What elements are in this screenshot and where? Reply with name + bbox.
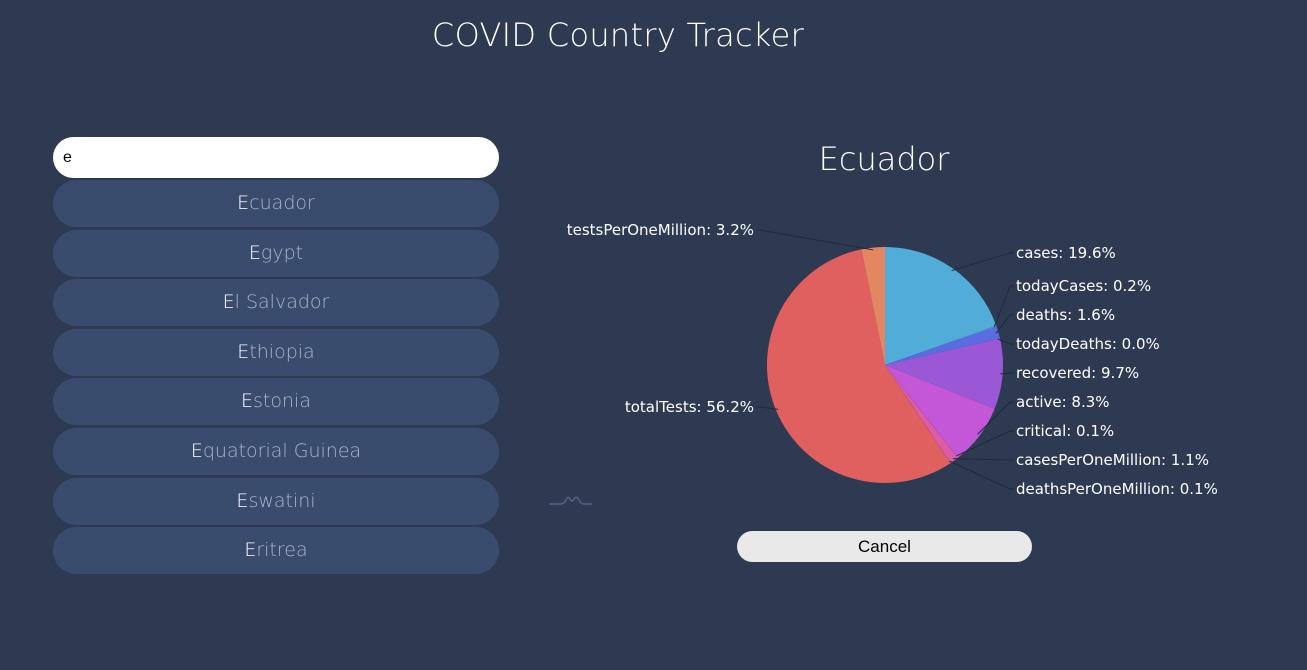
pie-leader-line <box>993 285 1014 328</box>
result-item[interactable]: Equatorial Guinea <box>53 427 499 475</box>
pie-label-today-deaths: todayDeaths: 0.0% <box>1016 335 1160 353</box>
result-item[interactable]: Eswatini <box>53 477 499 525</box>
pie-leader-line <box>949 460 1014 490</box>
result-match: E <box>236 489 249 512</box>
pie-leader-line <box>756 229 874 251</box>
result-match: E <box>248 241 261 264</box>
result-rest: stonia <box>253 390 311 413</box>
result-match: E <box>190 439 203 462</box>
result-item[interactable]: Ethiopia <box>53 328 499 376</box>
result-rest: quatorial Guinea <box>202 439 362 462</box>
result-item[interactable]: Ecuador <box>53 180 499 227</box>
pie-label-total-tests: totalTests: 56.2% <box>625 398 754 416</box>
search-input[interactable] <box>53 137 499 178</box>
pie-label-deaths: deaths: 1.6% <box>1016 306 1115 324</box>
result-item[interactable]: Estonia <box>53 378 499 426</box>
pie-label-tests-per-one-million: testsPerOneMillion: 3.2% <box>567 221 754 239</box>
result-rest: gypt <box>260 241 304 264</box>
pie-label-critical: critical: 0.1% <box>1016 422 1114 440</box>
pie-leader-line <box>952 458 1014 461</box>
result-rest: thiopia <box>249 340 315 363</box>
pie-leader-line <box>995 314 1014 334</box>
pie-label-today-cases: todayCases: 0.2% <box>1016 277 1151 295</box>
result-rest: l Salvador <box>234 291 330 314</box>
result-item[interactable]: El Salvador <box>53 279 499 327</box>
result-rest: cuador <box>249 192 315 214</box>
pie-label-recovered: recovered: 9.7% <box>1016 364 1139 382</box>
result-match: E <box>237 340 250 363</box>
country-title: Ecuador <box>818 140 950 178</box>
result-match: E <box>222 291 235 314</box>
pie-label-cases: cases: 19.6% <box>1016 244 1116 262</box>
result-rest: swatini <box>248 489 316 512</box>
result-match: E <box>244 539 257 562</box>
pie-chart: cases: 19.6% todayCases: 0.2% deaths: 1.6%… <box>567 221 1218 498</box>
cancel-button[interactable]: Cancel <box>737 531 1032 562</box>
pie-label-cases-per-one-million: casesPerOneMillion: 1.1% <box>1016 451 1209 469</box>
pie-label-deaths-per-one-million: deathsPerOneMillion: 0.1% <box>1016 480 1218 498</box>
result-item[interactable]: Egypt <box>53 229 499 277</box>
results-list: Ecuador Egypt El Salvador Ethiopia Eston… <box>53 180 499 577</box>
result-match: E <box>237 192 250 214</box>
result-rest: ritrea <box>256 539 308 562</box>
result-match: E <box>241 390 254 413</box>
pie-leader-line <box>951 252 1014 272</box>
result-item[interactable]: Eritrea <box>53 527 499 575</box>
app-title: COVID Country Tracker <box>431 16 805 54</box>
pie-label-active: active: 8.3% <box>1016 393 1110 411</box>
